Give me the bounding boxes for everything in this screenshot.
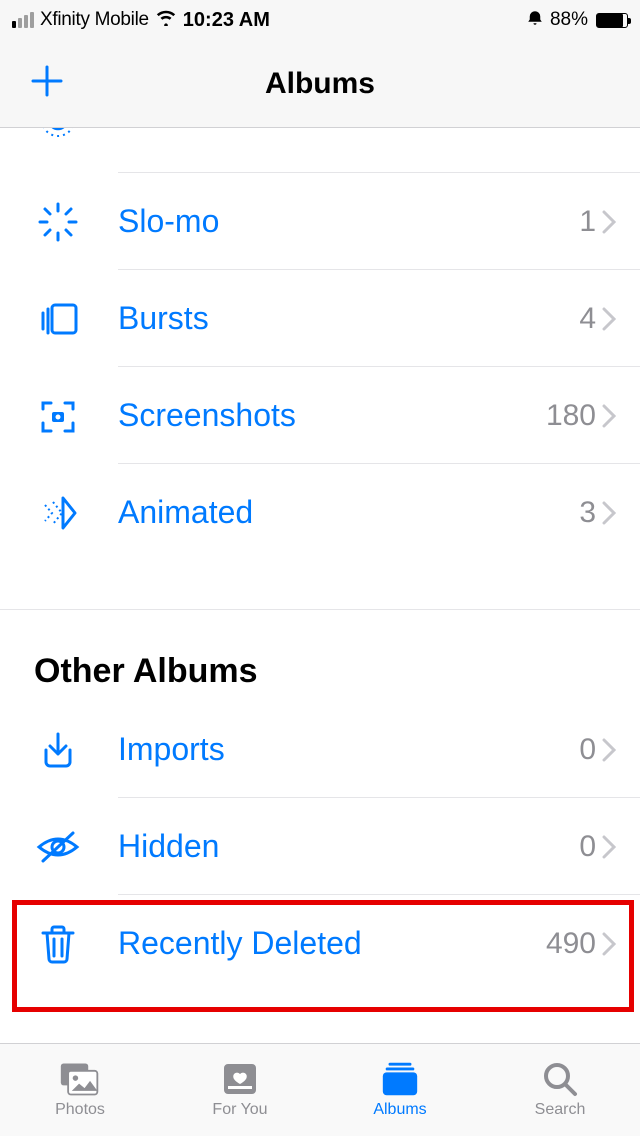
imports-icon (34, 726, 82, 774)
live-photos-icon (34, 128, 82, 144)
albums-tab-icon (379, 1061, 421, 1097)
row-count: 1 (579, 205, 596, 239)
photos-tab-icon (59, 1061, 101, 1097)
row-label: Screenshots (82, 397, 546, 434)
tab-photos[interactable]: Photos (0, 1044, 160, 1136)
chevron-right-icon (602, 932, 616, 956)
wifi-icon (155, 8, 177, 32)
chevron-right-icon (602, 307, 616, 331)
chevron-right-icon (602, 210, 616, 234)
navigation-bar: Albums (0, 40, 640, 128)
row-label: Recently Deleted (82, 925, 546, 962)
tab-label: Search (535, 1101, 586, 1119)
status-bar: Xfinity Mobile 10:23 AM 88% (0, 0, 640, 40)
tab-label: For You (212, 1101, 267, 1119)
tab-bar: Photos For You Albums Search (0, 1043, 640, 1136)
tab-search[interactable]: Search (480, 1044, 640, 1136)
row-count: 0 (579, 830, 596, 864)
alarm-icon (526, 9, 544, 32)
page-title: Albums (265, 67, 375, 101)
row-label: Animated (82, 494, 579, 531)
slo-mo-icon (34, 198, 82, 246)
battery-percentage: 88% (550, 9, 588, 31)
clock-time: 10:23 AM (183, 9, 270, 32)
row-label: Hidden (82, 828, 579, 865)
tab-label: Albums (373, 1101, 426, 1119)
cellular-signal-icon (12, 12, 34, 28)
row-count: 490 (546, 927, 596, 961)
animated-icon (34, 489, 82, 537)
screenshots-icon (34, 392, 82, 440)
other-albums-header: Other Albums (0, 610, 640, 701)
row-screenshots[interactable]: Screenshots 180 (0, 367, 640, 464)
add-button[interactable] (30, 59, 64, 109)
row-slo-mo[interactable]: Slo-mo 1 (0, 173, 640, 270)
row-label: Slo-mo (82, 203, 579, 240)
tab-albums[interactable]: Albums (320, 1044, 480, 1136)
row-hidden[interactable]: Hidden 0 (0, 798, 640, 895)
row-count: 4 (579, 302, 596, 336)
hidden-icon (34, 823, 82, 871)
row-label: Bursts (82, 300, 579, 337)
row-count: 3 (579, 496, 596, 530)
chevron-right-icon (602, 835, 616, 859)
foryou-tab-icon (219, 1061, 261, 1097)
carrier-label: Xfinity Mobile (40, 9, 149, 31)
battery-icon (596, 13, 628, 28)
row-bursts[interactable]: Bursts 4 (0, 270, 640, 367)
content-area: Live Photos 21 Slo-mo 1 Bursts 4 (0, 128, 640, 1043)
row-animated[interactable]: Animated 3 (0, 464, 640, 561)
trash-icon (34, 920, 82, 968)
row-count: 0 (579, 733, 596, 767)
row-label: Live Photos (82, 128, 563, 133)
row-imports[interactable]: Imports 0 (0, 701, 640, 798)
search-tab-icon (539, 1061, 581, 1097)
row-live-photos[interactable]: Live Photos 21 (0, 128, 640, 173)
tab-foryou[interactable]: For You (160, 1044, 320, 1136)
chevron-right-icon (602, 501, 616, 525)
tab-label: Photos (55, 1101, 105, 1119)
row-count: 180 (546, 399, 596, 433)
row-count: 21 (563, 128, 596, 130)
row-label: Imports (82, 731, 579, 768)
chevron-right-icon (602, 738, 616, 762)
chevron-right-icon (602, 404, 616, 428)
row-recently-deleted[interactable]: Recently Deleted 490 (0, 895, 640, 992)
bursts-icon (34, 295, 82, 343)
